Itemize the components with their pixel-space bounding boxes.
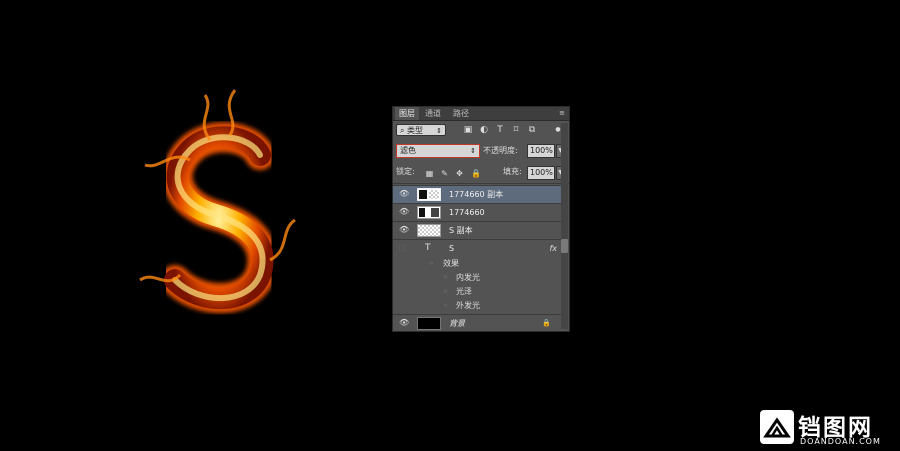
fx-badge[interactable]: fx — [549, 240, 557, 257]
effect-label: 外发光 — [456, 301, 480, 310]
tab-layers[interactable]: 图层 — [395, 107, 419, 120]
layer-row-1774660[interactable]: 👁 1774660 — [393, 203, 561, 221]
layer-row-1774660-copy[interactable]: 👁 1774660 副本 — [393, 185, 561, 203]
watermark-logo-icon — [760, 410, 794, 444]
eye-icon[interactable]: 👁 — [399, 190, 409, 198]
effects-label: 效果 — [443, 259, 459, 268]
blend-mode-label: 滤色 — [400, 146, 416, 155]
blend-mode-select[interactable]: 滤色 ⇕ — [396, 144, 480, 158]
effect-outer-glow[interactable]: ◦ 外发光 — [393, 299, 569, 313]
eye-icon[interactable]: 👁 — [399, 208, 409, 216]
lock-row: 锁定: ▦ ✎ ✥ 🔒 填充: 100% ▼ — [393, 163, 569, 184]
filter-kind-label: ⌕ 类型 — [400, 126, 424, 135]
layer-name: 1774660 副本 — [449, 190, 504, 199]
effect-inner-glow[interactable]: ◦ 内发光 — [393, 271, 569, 285]
eye-icon[interactable]: ◦ — [443, 288, 451, 296]
layer-row-background[interactable]: 👁 背景 🔒 — [393, 314, 561, 332]
layer-thumbnail — [417, 206, 441, 219]
effect-satin[interactable]: ◦ 光泽 — [393, 285, 569, 299]
eye-icon[interactable]: ◦ — [443, 274, 451, 282]
filter-row: ⌕ 类型 ⇕ ▣ ◐ T ⌑ ⧉ ● — [393, 121, 569, 139]
watermark: 铛图网 DOANDOAN.COM — [760, 408, 898, 448]
watermark-en-text: DOANDOAN.COM — [800, 437, 881, 446]
eye-icon[interactable]: 👁 — [399, 319, 409, 327]
layer-row-s-copy[interactable]: 👁 S 副本 — [393, 221, 561, 239]
layer-row-s-text[interactable]: ⬚ T S fx — [393, 239, 561, 257]
tab-paths[interactable]: 路径 — [449, 107, 473, 120]
type-filter-icon[interactable]: T — [495, 125, 505, 135]
layer-name: 1774660 — [449, 208, 485, 217]
effect-label: 光泽 — [456, 287, 472, 296]
lock-icon: 🔒 — [542, 319, 551, 327]
chevron-updown-icon: ⇕ — [436, 127, 442, 135]
layers-panel: 图层 通道 路径 ≡ ⌕ 类型 ⇕ ▣ ◐ T ⌑ ⧉ ● 滤色 ⇕ 不透明度:… — [392, 106, 570, 332]
lock-paint-icon[interactable]: ✎ — [440, 169, 449, 178]
panel-menu-icon[interactable]: ≡ — [558, 109, 566, 117]
lock-label: 锁定: — [396, 167, 415, 176]
effects-group[interactable]: ◦ 效果 — [393, 257, 569, 271]
pixel-filter-icon[interactable]: ▣ — [463, 125, 473, 135]
lock-transparent-icon[interactable]: ▦ — [425, 169, 434, 178]
shape-filter-icon[interactable]: ⌑ — [511, 125, 521, 135]
fire-letter-artwork — [139, 89, 296, 314]
fill-input[interactable]: 100% — [527, 166, 555, 180]
visibility-off-icon[interactable]: ⬚ — [399, 245, 407, 252]
adjustment-filter-icon[interactable]: ◐ — [479, 125, 489, 135]
scrollbar-thumb[interactable] — [561, 239, 568, 253]
fill-label: 填充: — [503, 167, 522, 176]
lock-move-icon[interactable]: ✥ — [455, 169, 464, 178]
lock-all-icon[interactable]: 🔒 — [471, 169, 481, 178]
effect-label: 内发光 — [456, 273, 480, 282]
filter-kind-select[interactable]: ⌕ 类型 ⇕ — [396, 124, 446, 136]
layers-scrollbar[interactable] — [561, 123, 568, 329]
text-layer-icon: T — [425, 243, 431, 253]
panel-tab-bar: 图层 通道 路径 ≡ — [393, 107, 569, 121]
layer-thumbnail — [417, 317, 441, 330]
layer-name: S — [449, 244, 455, 253]
opacity-input[interactable]: 100% — [527, 144, 555, 158]
layer-thumbnail — [417, 224, 441, 237]
chevron-updown-icon: ⇕ — [470, 147, 476, 155]
eye-icon[interactable]: ◦ — [443, 302, 451, 310]
eye-icon[interactable]: ◦ — [429, 260, 437, 268]
layer-name: 背景 — [449, 319, 465, 328]
smart-object-filter-icon[interactable]: ⧉ — [527, 125, 537, 135]
layer-name: S 副本 — [449, 226, 473, 235]
opacity-label: 不透明度: — [483, 146, 518, 155]
layer-thumbnail — [417, 188, 441, 201]
blend-row: 滤色 ⇕ 不透明度: 100% ▼ — [393, 141, 569, 161]
tab-channels[interactable]: 通道 — [421, 107, 445, 120]
eye-icon[interactable]: 👁 — [399, 226, 409, 234]
